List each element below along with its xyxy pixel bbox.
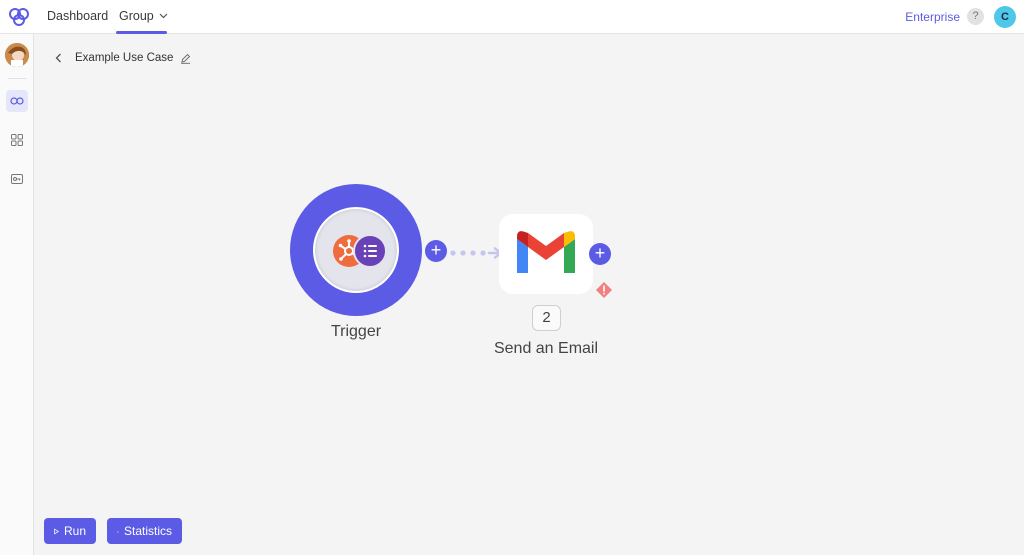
play-icon [54, 528, 59, 534]
sidebar-divider [8, 78, 26, 79]
add-module-button[interactable]: + [425, 240, 447, 262]
avatar[interactable] [5, 43, 29, 67]
connector-line[interactable] [449, 247, 505, 259]
statistics-button-label: Statistics [123, 524, 172, 538]
top-bar: Dashboard Group Enterprise ? C [0, 0, 1024, 34]
sidebar [0, 34, 34, 555]
send-email-node[interactable] [499, 214, 593, 294]
chart-icon [117, 530, 119, 532]
help-button[interactable]: ? [967, 8, 984, 25]
link-icon [10, 97, 24, 105]
pencil-icon[interactable] [180, 53, 191, 64]
step-number-badge: 2 [532, 305, 561, 331]
warning-icon[interactable] [595, 281, 613, 299]
nav-group[interactable]: Group [119, 9, 168, 23]
trigger-label: Trigger [330, 323, 382, 340]
run-button-label: Run [63, 524, 86, 538]
trigger-node[interactable] [290, 184, 422, 316]
sidebar-item-keys[interactable] [6, 168, 28, 190]
enterprise-link[interactable]: Enterprise [905, 10, 960, 24]
send-email-label: Send an Email [493, 340, 599, 357]
active-tab-indicator [116, 31, 167, 34]
list-icon [353, 234, 387, 268]
user-avatar-button[interactable]: C [994, 6, 1016, 28]
sidebar-item-scenarios[interactable] [6, 90, 28, 112]
gmail-icon [517, 231, 575, 273]
trigger-node-inner [313, 207, 399, 293]
page-title: Example Use Case [75, 52, 174, 64]
run-button[interactable]: Run [44, 518, 96, 544]
user-photo-icon [5, 43, 29, 67]
breadcrumb: Example Use Case [53, 51, 191, 65]
add-module-button-after-email[interactable]: + [589, 243, 611, 265]
nav-dashboard[interactable]: Dashboard [47, 9, 108, 23]
back-arrow-icon[interactable] [53, 52, 65, 64]
grid-icon [11, 134, 23, 146]
statistics-button[interactable]: Statistics [107, 518, 182, 544]
key-icon [11, 174, 23, 184]
app-logo-icon[interactable] [8, 6, 30, 28]
sidebar-item-templates[interactable] [6, 129, 28, 151]
nav-group-label: Group [119, 9, 154, 23]
chevron-down-icon [159, 13, 168, 19]
